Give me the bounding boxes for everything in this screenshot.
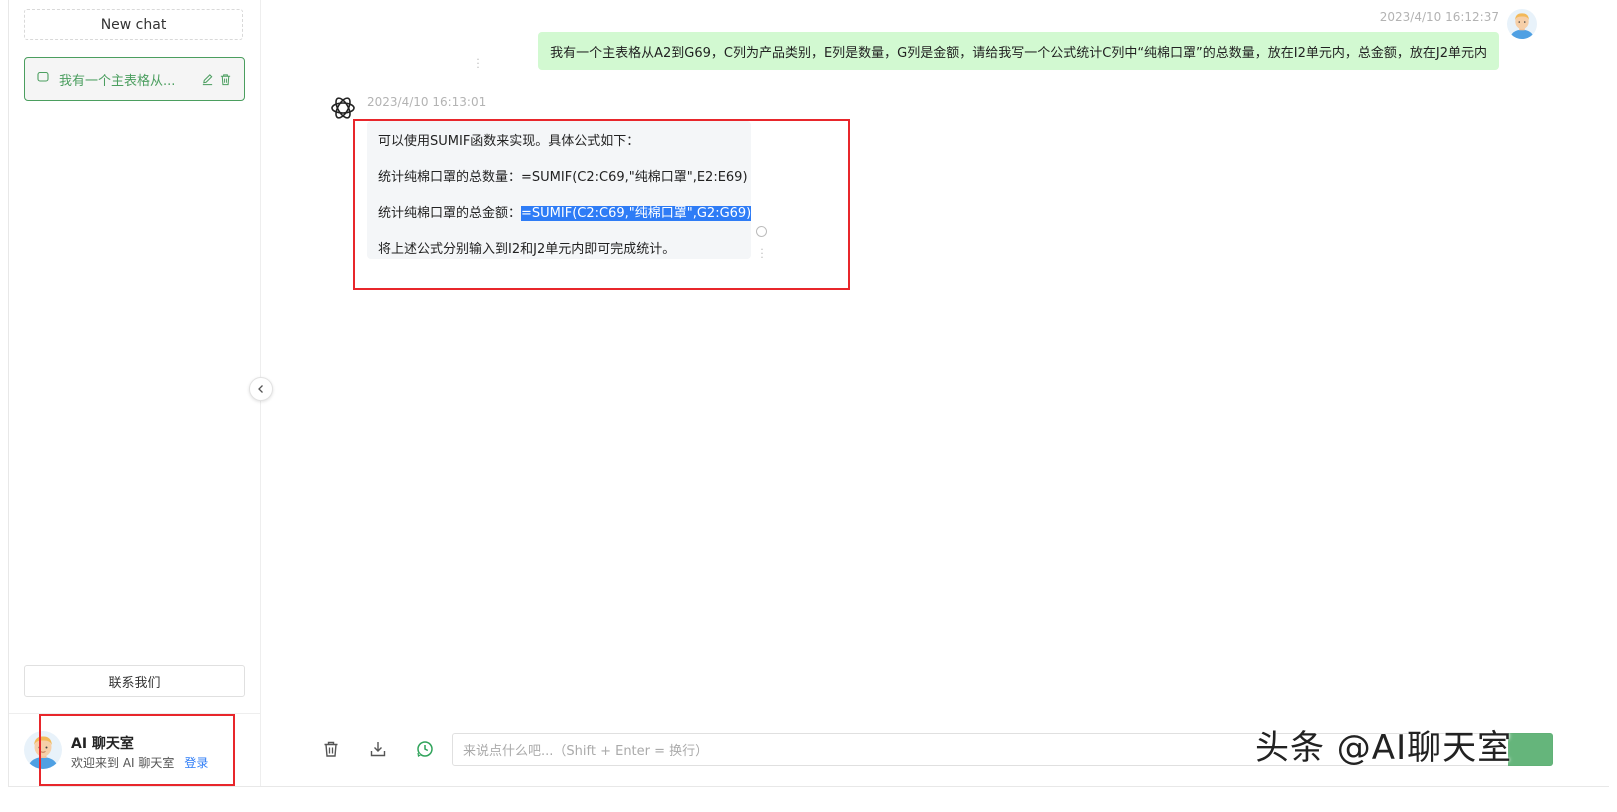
download-icon[interactable] — [367, 738, 389, 760]
send-button[interactable] — [1508, 733, 1553, 766]
edit-icon[interactable] — [198, 70, 216, 88]
user-message-bubble: 我有一个主表格从A2到G69，C列为产品类别，E列是数量，G列是金额，请给我写一… — [538, 32, 1499, 70]
openai-logo-icon — [329, 94, 357, 122]
avatar — [1507, 9, 1537, 39]
history-icon[interactable] — [414, 738, 436, 760]
sidebar-history-item[interactable]: 我有一个主表格从... — [24, 57, 245, 101]
user-message-time: 2023/4/10 16:12:37 — [1379, 10, 1499, 24]
annotation-box-answer — [353, 119, 850, 290]
new-chat-button[interactable]: New chat — [24, 9, 243, 40]
contact-us-button[interactable]: 联系我们 — [24, 665, 245, 697]
annotation-box-user — [39, 714, 235, 786]
trash-icon[interactable] — [320, 738, 342, 760]
history-item-title: 我有一个主表格从... — [59, 73, 176, 89]
more-options-icon[interactable]: · · · — [475, 54, 481, 73]
sidebar: New chat 我有一个主表格从... 联系我们 AI 聊天室 欢迎来到 AI… — [9, 0, 261, 786]
chat-bubble-icon — [37, 71, 49, 87]
delete-icon[interactable] — [216, 70, 234, 88]
chevron-left-icon — [258, 385, 263, 393]
collapse-sidebar-button[interactable] — [249, 377, 273, 401]
watermark: 头条 @AI聊天室 — [1255, 728, 1513, 768]
assistant-message-time: 2023/4/10 16:13:01 — [367, 95, 487, 109]
